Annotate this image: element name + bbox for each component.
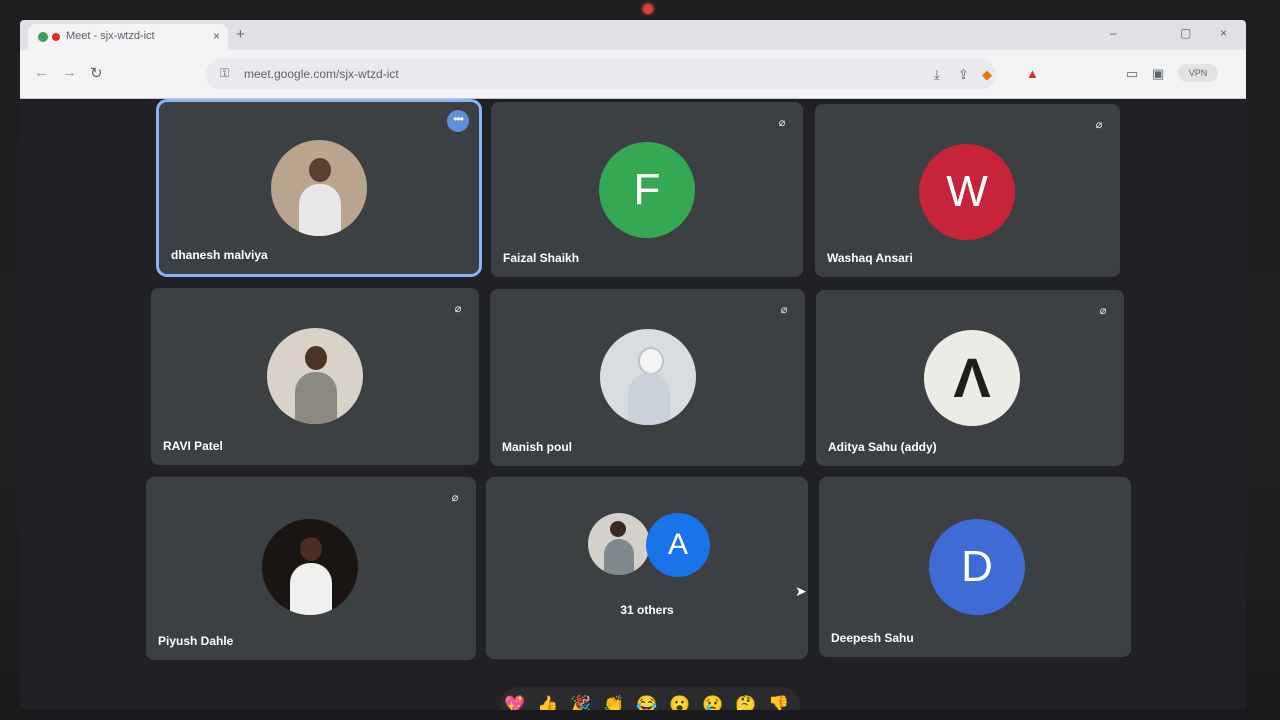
avatar-letter: A <box>646 513 710 577</box>
site-info-icon[interactable]: ⚿ <box>220 66 229 81</box>
participant-tile[interactable]: D Deepesh Sahu <box>819 477 1131 657</box>
wallet-icon[interactable]: ▣ <box>1152 66 1164 82</box>
reactions-bar: 💖 👍 🎉 👏 😂 😮 😢 🤔 👎 <box>500 687 800 710</box>
tab-title: Meet - sjx-wtzd-ict <box>66 30 155 42</box>
participant-tile[interactable]: ••• dhanesh malviya <box>159 102 479 274</box>
sidebar-icon[interactable]: ▭ <box>1126 66 1138 82</box>
participant-tile[interactable]: W ⌀ Washaq Ansari <box>815 104 1120 277</box>
participant-tile[interactable]: ⌀ RAVI Patel <box>151 288 479 465</box>
avatar <box>262 519 358 615</box>
browser-window: Meet - sjx-wtzd-ict × + – ▢ × ← → ↻ ⌂ ⚿ … <box>20 20 1246 710</box>
avatar-letter: F <box>599 142 695 238</box>
participant-tile[interactable]: ⌀ Piyush Dahle <box>146 477 476 660</box>
avatar-body <box>299 184 341 236</box>
participant-name: Faizal Shaikh <box>503 251 580 265</box>
avatar <box>271 140 367 236</box>
clap-reaction-button[interactable]: 👏 <box>603 695 624 710</box>
meet-favicon-icon <box>38 32 48 42</box>
participant-tile[interactable]: ⌀ Manish poul <box>490 289 805 466</box>
avatar-head <box>610 521 626 537</box>
avatar-body <box>295 372 337 424</box>
back-arrow-icon[interactable]: ← <box>34 64 49 81</box>
extension-alert-icon[interactable]: ▲ <box>1026 66 1039 81</box>
mic-off-icon: ⌀ <box>780 304 788 316</box>
participant-tile[interactable]: F ⌀ Faizal Shaikh <box>491 102 803 277</box>
brave-shield-icon[interactable]: ◆ <box>982 67 992 83</box>
share-icon[interactable]: ⇪ <box>958 67 969 83</box>
address-bar[interactable]: ⚿ meet.google.com/sjx-wtzd-ict ⤓ ⇪ ◆ <box>206 59 996 89</box>
participant-name: Washaq Ansari <box>827 251 913 265</box>
avatar-body <box>290 563 332 615</box>
avatar-letter: D <box>929 519 1025 615</box>
mic-off-icon: ⌀ <box>1099 305 1107 317</box>
minimize-button[interactable]: – <box>1110 26 1117 40</box>
avatar-head <box>638 347 664 375</box>
recording-dot-icon <box>52 33 60 41</box>
avatar-body <box>628 373 670 425</box>
laugh-reaction-button[interactable]: 😂 <box>636 695 657 710</box>
others-tile[interactable]: A 31 others <box>486 477 808 659</box>
thumbs-down-reaction-button[interactable]: 👎 <box>768 695 789 710</box>
download-icon[interactable]: ⤓ <box>934 67 940 83</box>
avatar-head <box>305 346 327 370</box>
vpn-button[interactable]: VPN <box>1178 64 1218 82</box>
tab-meet[interactable]: Meet - sjx-wtzd-ict × <box>28 24 228 50</box>
sad-reaction-button[interactable]: 😢 <box>702 695 723 710</box>
surprised-reaction-button[interactable]: 😮 <box>669 695 690 710</box>
participant-name: Piyush Dahle <box>158 634 234 648</box>
party-reaction-button[interactable]: 🎉 <box>570 695 591 710</box>
participant-name: Manish poul <box>502 440 572 454</box>
thinking-reaction-button[interactable]: 🤔 <box>735 695 756 710</box>
heart-reaction-button[interactable]: 💖 <box>504 695 525 710</box>
participant-name: RAVI Patel <box>163 439 223 453</box>
avatar-body <box>604 539 634 575</box>
mic-off-icon: ⌀ <box>1095 119 1103 131</box>
avatar <box>600 329 696 425</box>
tab-close-icon[interactable]: × <box>213 29 220 43</box>
meet-stage: ••• dhanesh malviya F ⌀ Faizal Shaikh W … <box>20 99 1246 710</box>
forward-arrow-icon[interactable]: → <box>62 64 77 81</box>
participant-name: dhanesh malviya <box>171 248 268 262</box>
reload-icon[interactable]: ↻ <box>90 64 103 82</box>
maximize-button[interactable]: ▢ <box>1180 26 1191 40</box>
aditya-logo-icon: Λ <box>924 330 1020 426</box>
thumbs-up-reaction-button[interactable]: 👍 <box>537 695 558 710</box>
new-tab-button[interactable]: + <box>236 26 245 43</box>
url-text[interactable]: meet.google.com/sjx-wtzd-ict <box>244 67 399 81</box>
mouse-cursor-icon: ➤ <box>795 583 807 599</box>
webcam-indicator <box>643 4 653 14</box>
participant-name: Deepesh Sahu <box>831 631 914 645</box>
avatar <box>267 328 363 424</box>
avatar-head <box>309 158 331 182</box>
mic-off-icon: ⌀ <box>778 117 786 129</box>
participant-tile[interactable]: Λ ⌀ Aditya Sahu (addy) <box>816 290 1124 466</box>
more-options-icon[interactable]: ••• <box>447 110 469 132</box>
close-window-button[interactable]: × <box>1220 26 1227 40</box>
mic-off-icon: ⌀ <box>454 303 462 315</box>
avatar-letter: W <box>919 144 1015 240</box>
others-count: 31 others <box>620 603 674 617</box>
tab-bar: Meet - sjx-wtzd-ict × + – ▢ × <box>20 20 1246 50</box>
mic-off-icon: ⌀ <box>451 492 459 504</box>
browser-toolbar: ← → ↻ ⌂ ⚿ meet.google.com/sjx-wtzd-ict ⤓… <box>20 50 1246 99</box>
participant-name: Aditya Sahu (addy) <box>828 440 937 454</box>
avatar <box>588 513 650 575</box>
avatar-head <box>300 537 322 561</box>
